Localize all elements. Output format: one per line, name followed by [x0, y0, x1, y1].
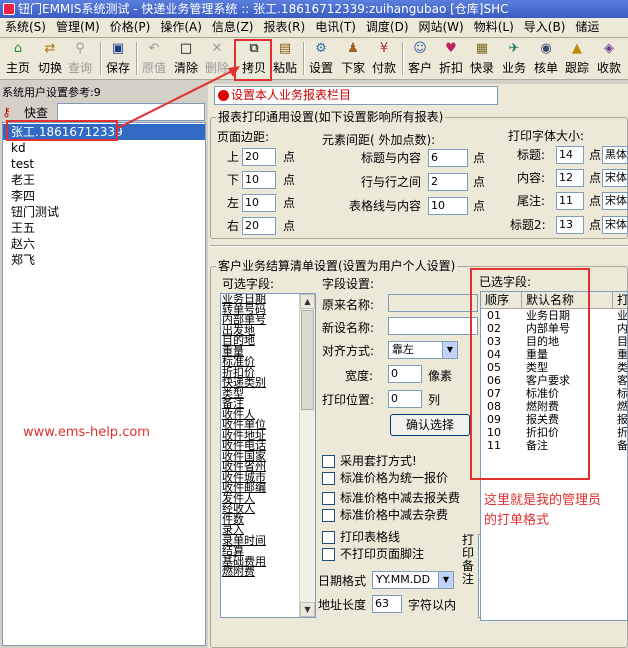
- annotation-arrow: [117, 66, 240, 129]
- annotation-website: www.ems-help.com: [23, 425, 150, 440]
- arrow-line: [117, 67, 239, 129]
- annotation-note-line1: 这里就是我的管理员: [484, 493, 602, 508]
- annotation-note-line2: 的打单格式: [484, 513, 550, 528]
